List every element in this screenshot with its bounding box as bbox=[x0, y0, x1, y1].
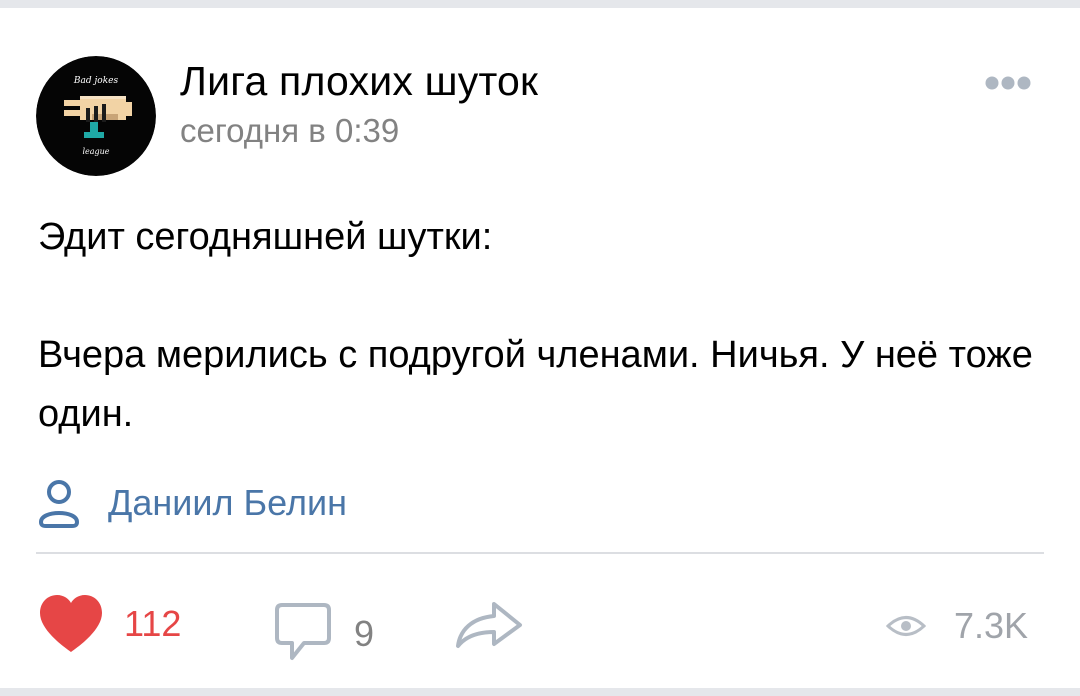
group-avatar[interactable]: Bad jokes league bbox=[36, 56, 156, 176]
comment-bubble-icon bbox=[275, 603, 331, 660]
logo-text-bottom: league bbox=[82, 147, 109, 156]
post-timestamp: сегодня в 0:39 bbox=[180, 112, 400, 149]
share-arrow-icon bbox=[456, 602, 522, 648]
divider bbox=[36, 552, 1044, 554]
like-button[interactable]: 112 bbox=[38, 594, 181, 654]
eye-icon bbox=[886, 616, 926, 636]
group-logo: Bad jokes league bbox=[36, 56, 156, 176]
comment-count: 9 bbox=[354, 613, 375, 654]
post-text-line: Вчера мерились с подругой членами. Ничья… bbox=[38, 334, 1033, 435]
heart-icon bbox=[40, 595, 102, 652]
author-link[interactable]: Даниил Белин bbox=[36, 478, 347, 528]
group-name[interactable]: Лига плохих шуток bbox=[180, 58, 538, 105]
logo-text-top: Bad jokes bbox=[73, 76, 119, 86]
post-text: Эдит сегодняшней шутки: Вчера мерились с… bbox=[38, 208, 1048, 444]
post-text-line: Эдит сегодняшней шутки: bbox=[38, 216, 493, 258]
comment-button[interactable]: 9 bbox=[274, 602, 374, 666]
views-count: 7.3K bbox=[954, 605, 1029, 646]
share-button[interactable] bbox=[454, 600, 524, 650]
post-text-gap bbox=[38, 267, 1048, 326]
author-name: Даниил Белин bbox=[108, 482, 347, 523]
person-icon bbox=[39, 480, 79, 528]
views-indicator: 7.3K bbox=[886, 605, 1029, 646]
like-count: 112 bbox=[124, 603, 182, 644]
post-card: Bad jokes league Лига плохих шуток сегод… bbox=[0, 8, 1080, 688]
more-dots-icon[interactable] bbox=[978, 70, 1038, 96]
